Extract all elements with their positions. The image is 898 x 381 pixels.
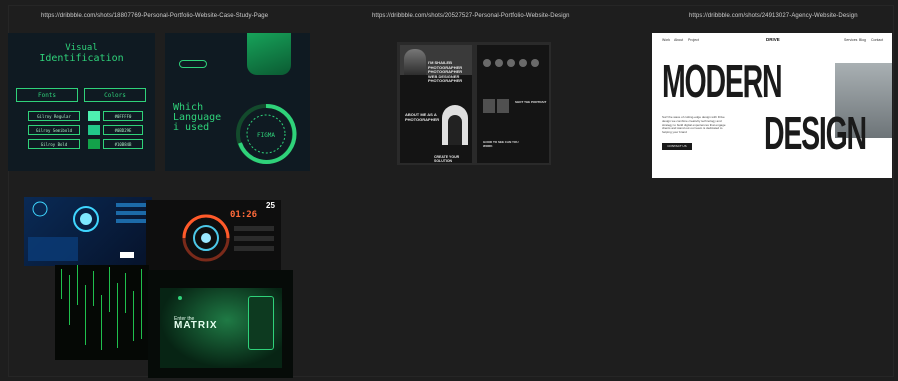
portfolio-case-study-frame-2[interactable]: Which Language i used FIGMA — [165, 33, 310, 171]
nav-item-project[interactable]: Project — [688, 38, 699, 42]
matrix-phone-mockup — [248, 296, 274, 350]
portfolio-case-study-frame-1[interactable]: Visual Identification Fonts Colors Gilro… — [8, 33, 155, 171]
jarvis-hud-frame[interactable] — [24, 197, 152, 266]
url-label-personal-portfolio[interactable]: https://dribbble.com/shots/20527527-Pers… — [372, 13, 570, 19]
url-label-portfolio-case-study[interactable]: https://dribbble.com/shots/18807769-Pers… — [41, 13, 268, 19]
hud-clock: 01:26 — [230, 210, 258, 220]
matrix-title: MATRIX — [174, 320, 218, 331]
color-hex: #10B84B — [103, 139, 143, 149]
contact-us-button[interactable]: CONTACT US — [662, 143, 692, 150]
hero-text: I'M SHAILEB PHOTOGRAPHER PHOTOGRAPHER WE… — [428, 60, 463, 83]
color-hex: #0FFFF0 — [103, 111, 143, 121]
agency-logo: DRIVE — [766, 37, 780, 42]
reactor-graphic — [182, 214, 274, 262]
hud-counter: 25 — [266, 201, 275, 210]
matrix-rain-graphic — [61, 265, 142, 350]
color-swatch — [88, 111, 100, 121]
color-swatch — [88, 125, 100, 135]
fonts-tab[interactable]: Fonts — [16, 88, 78, 102]
matrix-logo-icon — [178, 296, 182, 300]
avatar — [483, 59, 491, 67]
color-swatch — [88, 139, 100, 149]
matrix-rain-frame[interactable] — [55, 265, 149, 360]
nav-item-blog[interactable]: Blog — [859, 38, 866, 42]
colors-tab[interactable]: Colors — [84, 88, 146, 102]
pill-button — [179, 60, 207, 68]
personal-portfolio-frame[interactable]: I'M SHAILEB PHOTOGRAPHER PHOTOGRAPHER WE… — [397, 42, 551, 165]
avatar — [531, 59, 539, 67]
phone-mockup — [247, 33, 291, 75]
figma-dial-graphic: FIGMA — [236, 103, 297, 164]
contact-text: GOOD TO SEE CAN YOU WORK — [483, 140, 519, 148]
agency-design-frame[interactable]: Work About Project DRIVE Services Blog C… — [652, 33, 892, 178]
thumbnail — [483, 99, 495, 113]
visual-heading: Visual — [65, 43, 98, 53]
which-language-heading: Which Language i used — [173, 103, 221, 133]
hud-dashboard-frame[interactable]: 01:26 25 — [146, 200, 281, 271]
nav-item-contact[interactable]: Contact — [871, 38, 883, 42]
hud-graphic — [28, 201, 146, 261]
nav-item-about[interactable]: About — [674, 38, 683, 42]
section-text: SHOT THE PORTRAIT — [515, 100, 547, 104]
dial-label: FIGMA — [257, 132, 275, 139]
thumbnail — [497, 99, 509, 113]
nav-item-work[interactable]: Work — [662, 38, 670, 42]
font-row: Gilroy Bold — [28, 139, 80, 149]
color-hex: #0BD29E — [103, 125, 143, 135]
cta-text: CREATE YOUR SOLUTION — [434, 155, 460, 163]
hero-photo — [404, 49, 426, 75]
avatar — [519, 59, 527, 67]
avatar — [495, 59, 503, 67]
identification-heading: Identification — [39, 53, 124, 64]
i-used-text: i used — [173, 122, 210, 133]
headline-modern: MODERN — [662, 55, 783, 107]
enter-the-matrix-frame[interactable]: Enter the MATRIX — [148, 270, 293, 378]
portfolio-page-left: I'M SHAILEB PHOTOGRAPHER PHOTOGRAPHER WE… — [400, 45, 472, 163]
agency-description: Surf the wave of cutting-edge design wit… — [662, 115, 726, 135]
about-text: ABOUT ME AS A PHOTOGRAPHER — [405, 112, 440, 122]
headline-design: DESIGN — [764, 107, 867, 159]
url-label-agency-design[interactable]: https://dribbble.com/shots/24913027-Agen… — [689, 13, 858, 19]
nav-item-services[interactable]: Services — [844, 38, 857, 42]
font-row: Gilroy Regular — [28, 111, 80, 121]
portfolio-page-right: SHOT THE PORTRAIT GOOD TO SEE CAN YOU WO… — [477, 45, 549, 163]
arch-photo — [448, 115, 462, 145]
font-row: Gilroy Semibold — [28, 125, 80, 135]
avatar — [507, 59, 515, 67]
